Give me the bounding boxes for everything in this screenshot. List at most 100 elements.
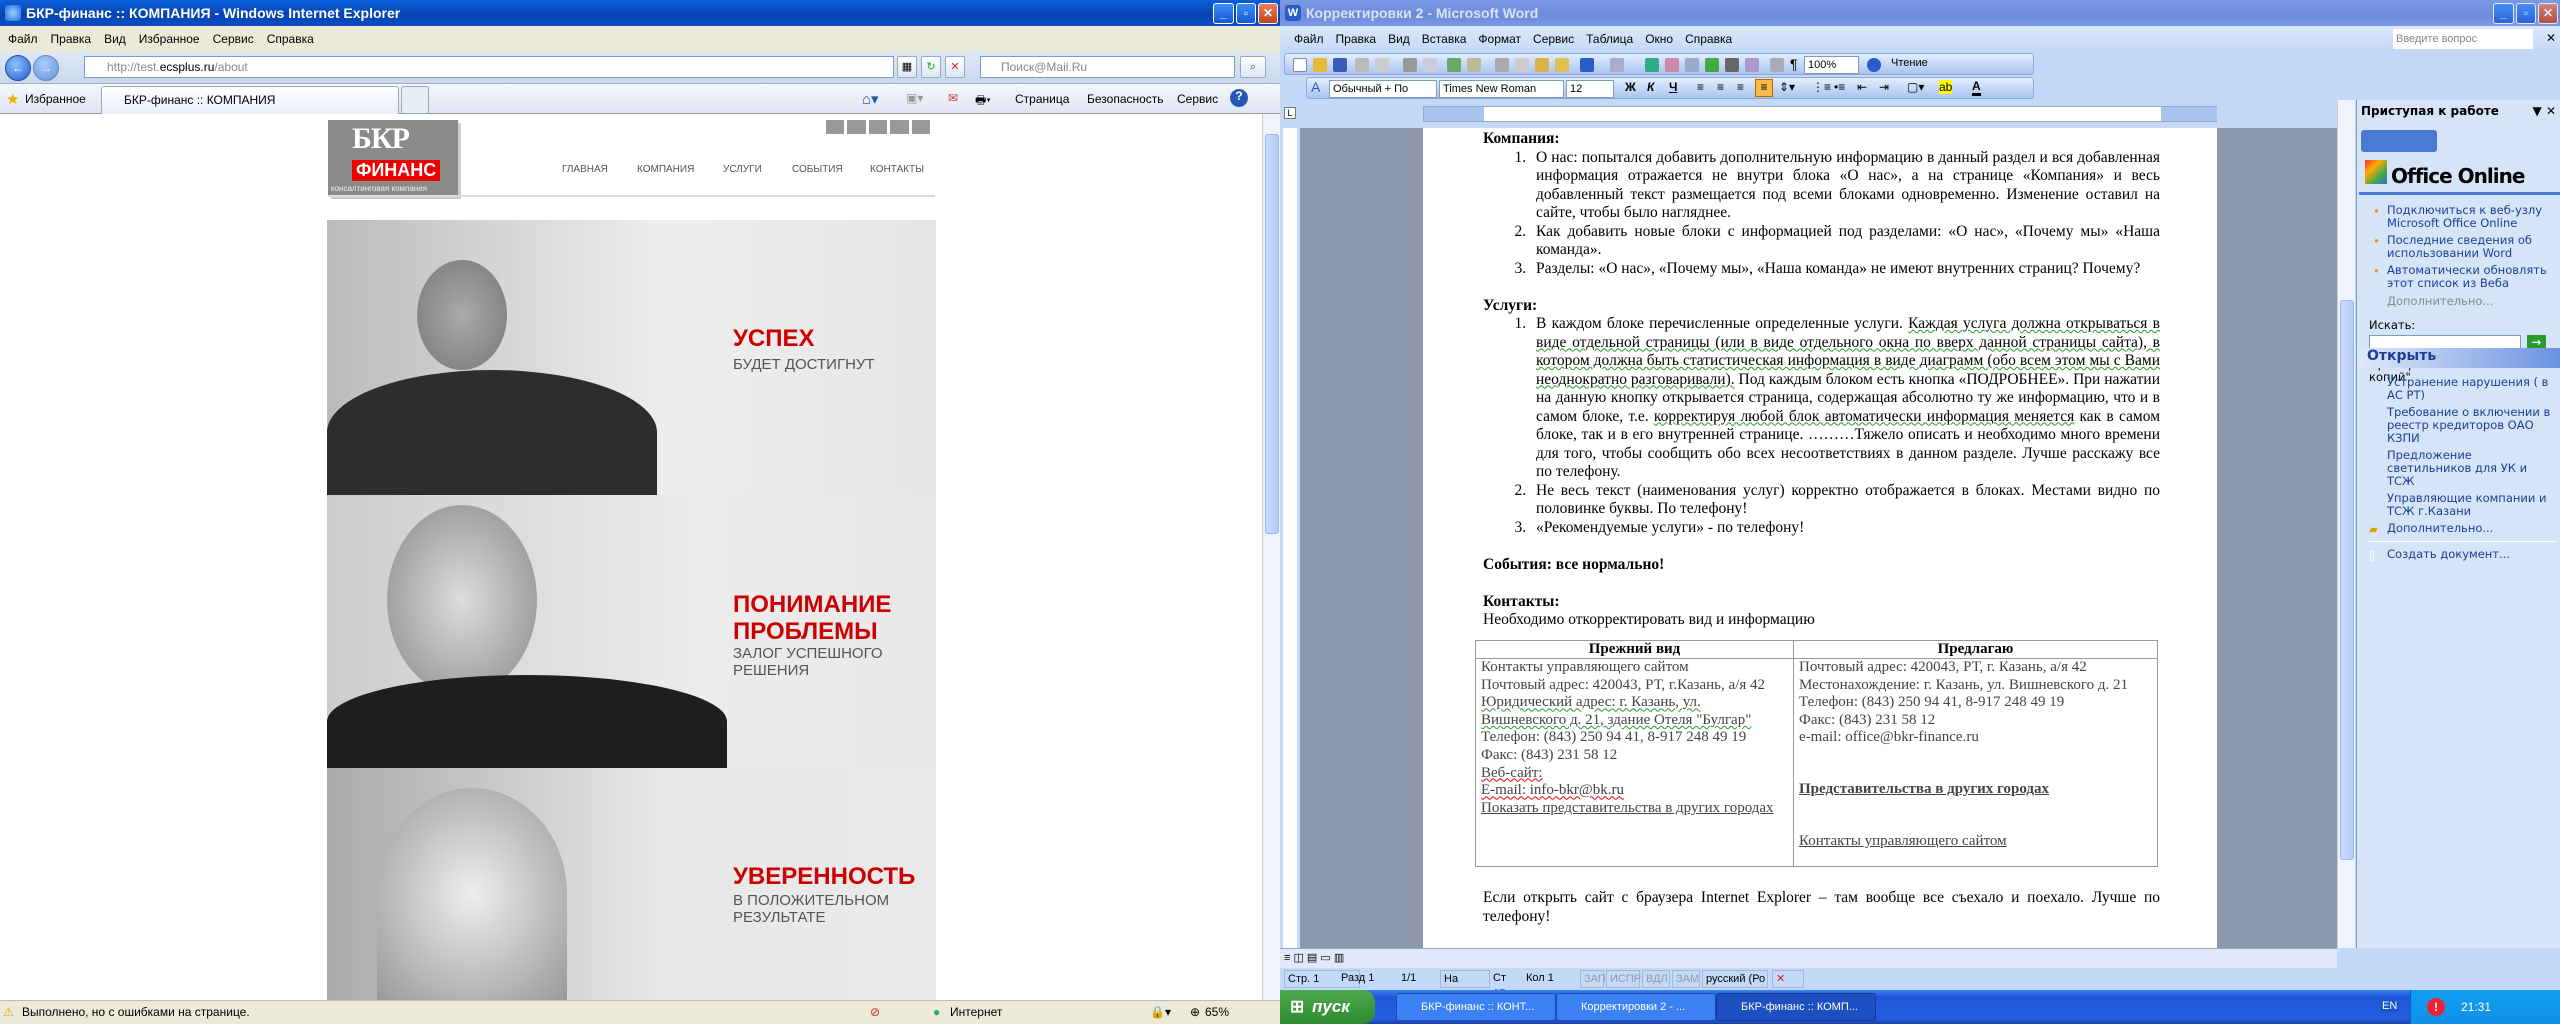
decrease-indent-button[interactable]: ⇤ xyxy=(1857,80,1867,94)
document-map-icon[interactable] xyxy=(1770,58,1784,72)
zoom-select[interactable]: 100% xyxy=(1804,56,1859,74)
insert-excel-icon[interactable] xyxy=(1705,58,1719,72)
minimize-button[interactable]: _ xyxy=(1213,3,1234,24)
taskbar-word[interactable]: Корректировки 2 - ... xyxy=(1556,993,1716,1021)
status-ext[interactable]: ВДЛ xyxy=(1642,970,1670,988)
recent-file-link[interactable]: Требование о включении в реестр кредитор… xyxy=(2387,406,2557,445)
sitemap-icon[interactable] xyxy=(890,120,909,134)
tables-borders-icon[interactable] xyxy=(1665,58,1679,72)
tools-menu[interactable]: Сервис xyxy=(1177,92,1218,106)
start-button[interactable]: ⊞ пуск xyxy=(1280,990,1375,1024)
nav-contacts[interactable]: КОНТАКТЫ xyxy=(870,164,924,175)
search-icon[interactable] xyxy=(911,120,931,134)
format-painter-icon[interactable] xyxy=(1555,58,1569,72)
hyperlink-icon[interactable] xyxy=(1645,58,1659,72)
compat-view-button[interactable]: ▦ xyxy=(897,56,917,78)
home-icon[interactable] xyxy=(847,120,866,134)
borders-button[interactable]: ▢▾ xyxy=(1907,80,1924,94)
safety-menu[interactable]: Безопасность xyxy=(1087,92,1164,106)
align-left-button[interactable]: ≡ xyxy=(1697,80,1704,94)
print-icon[interactable] xyxy=(1403,58,1417,72)
size-select[interactable]: 12 xyxy=(1566,80,1614,98)
undo-icon[interactable] xyxy=(1580,58,1594,72)
menu-format[interactable]: Формат xyxy=(1478,32,1521,46)
protected-mode-icon[interactable]: 🔒▾ xyxy=(1150,1001,1171,1024)
status-ovr[interactable]: ЗАМ xyxy=(1672,970,1700,988)
horizontal-ruler[interactable] xyxy=(1423,106,2217,122)
page-menu[interactable]: Страница xyxy=(1015,92,1069,106)
zoom-level[interactable]: 65% xyxy=(1205,1001,1229,1024)
menu-file[interactable]: Файл xyxy=(8,32,38,46)
menu-help[interactable]: Справка xyxy=(267,32,314,46)
menu-tools[interactable]: Сервис xyxy=(1533,32,1574,46)
nav-services[interactable]: УСЛУГИ xyxy=(723,164,762,175)
font-select[interactable]: Times New Roman xyxy=(1439,80,1564,98)
popup-blocked-icon[interactable]: ⊘ xyxy=(870,1001,880,1024)
scroll-thumb[interactable] xyxy=(2340,300,2354,860)
task-link[interactable]: Последние сведения об использовании Word xyxy=(2387,234,2555,260)
email-icon[interactable] xyxy=(1375,58,1389,72)
document-page[interactable]: Компания: О нас: попытался добавить допо… xyxy=(1423,128,2217,948)
mail-icon[interactable]: ✉ xyxy=(948,91,958,105)
task-link[interactable]: Подключиться к веб-узлу Microsoft Office… xyxy=(2387,204,2555,230)
feeds-icon[interactable]: ▣▾ xyxy=(906,91,923,105)
recent-file-link[interactable]: Управляющие компании и ТСЖ г.Казани xyxy=(2387,492,2557,518)
print-icon[interactable]: 🖶▾ xyxy=(975,91,991,112)
word-horizontal-scrollbar[interactable]: ≡ ◫ ▤ ▭ ▥ xyxy=(1280,948,2337,968)
refresh-button[interactable]: ↻ xyxy=(921,56,941,78)
close-button[interactable]: ✕ xyxy=(1258,3,1278,24)
open-more-link[interactable]: Дополнительно... xyxy=(2387,522,2557,535)
show-formatting-icon[interactable]: ¶ xyxy=(1790,56,1798,72)
home-icon[interactable]: ⌂▾ xyxy=(862,90,879,108)
ie-vertical-scrollbar[interactable] xyxy=(1262,114,1280,1000)
taskbar-chrome[interactable]: БКР-финанс :: КОНТ... xyxy=(1396,993,1556,1021)
underline-button[interactable]: Ч xyxy=(1669,80,1677,94)
search-input[interactable]: Поиск@Mail.Ru xyxy=(980,56,1235,78)
close-doc-icon[interactable]: ✕ xyxy=(2546,31,2556,45)
drawing-icon[interactable] xyxy=(1745,58,1759,72)
menu-tools[interactable]: Сервис xyxy=(213,32,254,46)
status-trk[interactable]: ИСПР xyxy=(1606,970,1641,988)
create-document-link[interactable]: Создать документ... xyxy=(2387,548,2557,561)
justify-button[interactable]: ≡ xyxy=(1755,79,1773,97)
tab-company[interactable]: БКР-финанс :: КОМПАНИЯ xyxy=(101,86,399,114)
italic-button[interactable]: К xyxy=(1647,80,1654,94)
copy-icon[interactable] xyxy=(1515,58,1529,72)
minimize-button[interactable]: _ xyxy=(2493,3,2514,24)
close-button[interactable]: ✕ xyxy=(2538,3,2558,24)
search-button[interactable]: ⌕ xyxy=(1240,56,1266,78)
new-tab-button[interactable] xyxy=(401,86,429,114)
more-link[interactable]: Дополнительно... xyxy=(2369,294,2555,308)
line-spacing-button[interactable]: ⇕▾ xyxy=(1779,80,1795,94)
menu-view[interactable]: Вид xyxy=(104,32,126,46)
new-icon[interactable] xyxy=(1293,58,1307,72)
forward-button[interactable]: → xyxy=(33,55,59,81)
menu-view[interactable]: Вид xyxy=(1388,32,1410,46)
menu-file[interactable]: Файл xyxy=(1294,32,1324,46)
font-color-button[interactable]: A xyxy=(1972,79,1981,96)
mail-icon[interactable] xyxy=(868,120,888,134)
old-link[interactable]: Показать представительства в других горо… xyxy=(1481,800,1788,818)
back-button[interactable]: ← xyxy=(5,55,31,81)
task-pane-nav[interactable] xyxy=(2361,130,2437,152)
increase-indent-button[interactable]: ⇥ xyxy=(1879,80,1889,94)
language-indicator[interactable]: EN xyxy=(2380,1000,2400,1012)
view-buttons[interactable]: ≡ ◫ ▤ ▭ ▥ xyxy=(1284,951,1344,964)
cut-icon[interactable] xyxy=(1495,58,1509,72)
columns-icon[interactable] xyxy=(1725,58,1739,72)
highlight-button[interactable]: ab xyxy=(1939,80,1953,94)
style-select[interactable]: Обычный + По xyxy=(1329,80,1437,98)
styles-icon[interactable]: A xyxy=(1311,79,1320,95)
nav-company[interactable]: КОМПАНИЯ xyxy=(637,164,694,175)
help-icon[interactable] xyxy=(1867,58,1881,72)
insert-table-icon[interactable] xyxy=(1685,58,1699,72)
task-pane-close[interactable]: ▼ ✕ xyxy=(2533,104,2556,122)
align-right-button[interactable]: ≡ xyxy=(1737,80,1744,94)
alert-icon[interactable]: ! xyxy=(2427,998,2445,1016)
new-link[interactable]: Представительства в других городах xyxy=(1799,781,2152,799)
menu-edit[interactable]: Правка xyxy=(1336,32,1377,46)
bold-button[interactable]: Ж xyxy=(1625,80,1636,94)
menu-help[interactable]: Справка xyxy=(1685,32,1732,46)
print-icon[interactable] xyxy=(826,120,845,134)
menu-table[interactable]: Таблица xyxy=(1586,32,1633,46)
